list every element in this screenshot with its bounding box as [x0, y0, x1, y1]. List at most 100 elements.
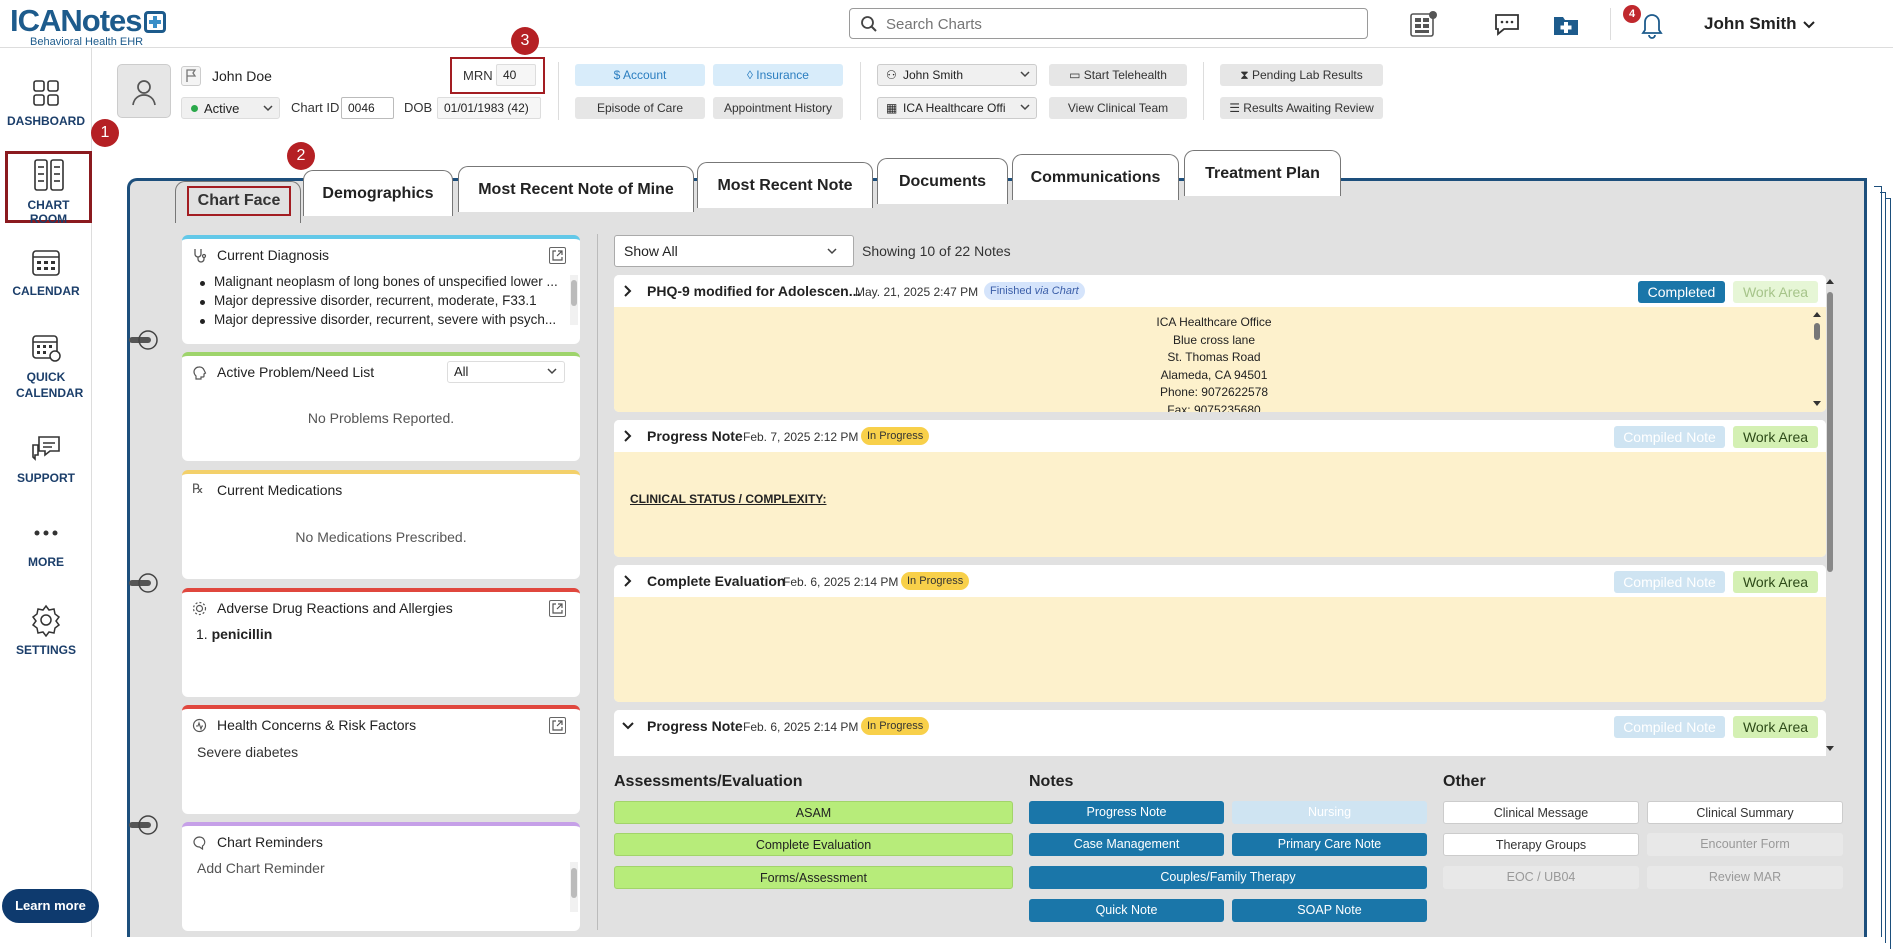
chevron-right-icon[interactable]: [624, 430, 632, 442]
work-area-button[interactable]: Work Area: [1733, 281, 1818, 303]
logo-wordmark: ICANotes: [10, 3, 143, 38]
barcode-charts-icon[interactable]: [1408, 9, 1438, 39]
encounter-form-button[interactable]: Encounter Form: [1647, 833, 1843, 856]
tab-most-recent-note-of-mine[interactable]: Most Recent Note of Mine: [458, 166, 694, 212]
user-menu[interactable]: John Smith: [1704, 14, 1815, 34]
tab-most-recent-note[interactable]: Most Recent Note: [697, 162, 873, 208]
side-nav: DASHBOARD CHART ROOM CALENDAR QUICK CALE…: [0, 48, 92, 937]
compiled-note-button[interactable]: Compiled Note: [1614, 716, 1725, 738]
nav-settings[interactable]: SETTINGS: [0, 603, 92, 657]
flag-icon[interactable]: [181, 66, 201, 86]
account-button[interactable]: $ Account: [575, 64, 705, 86]
nav-support[interactable]: SUPPORT: [0, 433, 92, 485]
note-title: Progress Note: [647, 718, 743, 734]
tab-communications[interactable]: Communications: [1012, 154, 1179, 200]
patient-name: John Doe: [212, 68, 272, 84]
chevron-down-icon: [263, 105, 273, 112]
note-header[interactable]: Progress Note Feb. 7, 2025 2:12 PM In Pr…: [614, 420, 1826, 452]
work-area-button[interactable]: Work Area: [1733, 426, 1818, 448]
list-item[interactable]: Major depressive disorder, recurrent, mo…: [198, 293, 558, 312]
popout-icon[interactable]: [549, 600, 566, 617]
chevron-down-icon: [1020, 71, 1030, 78]
patient-avatar[interactable]: [117, 64, 171, 118]
work-area-button[interactable]: Work Area: [1733, 716, 1818, 738]
clinical-summary-button[interactable]: Clinical Summary: [1647, 801, 1843, 824]
view-clinical-team-button[interactable]: View Clinical Team: [1049, 97, 1187, 119]
review-mar-button[interactable]: Review MAR: [1647, 866, 1843, 889]
notes-filter-select[interactable]: Show All: [614, 235, 854, 267]
problem-filter-select[interactable]: All: [447, 361, 565, 383]
nav-quick-calendar[interactable]: QUICK CALENDAR: [0, 331, 92, 401]
provider-select[interactable]: ⚇ John Smith: [877, 64, 1037, 86]
compiled-note-button[interactable]: Compiled Note: [1614, 571, 1725, 593]
patient-status-select[interactable]: Active: [181, 97, 280, 119]
scrollbar[interactable]: [570, 275, 578, 325]
chart-id-label: Chart ID: [291, 100, 340, 115]
search-input[interactable]: [886, 13, 1356, 35]
nav-dashboard[interactable]: DASHBOARD: [0, 78, 92, 128]
case-management-button[interactable]: Case Management: [1029, 833, 1224, 856]
status-badge: In Progress: [861, 427, 930, 445]
tab-demographics[interactable]: Demographics: [303, 170, 453, 216]
nav-calendar[interactable]: CALENDAR: [0, 246, 92, 298]
therapy-groups-button[interactable]: Therapy Groups: [1443, 833, 1639, 856]
episode-of-care-button[interactable]: Episode of Care: [575, 97, 705, 119]
add-chart-icon[interactable]: [1551, 9, 1581, 39]
eoc-ub04-button[interactable]: EOC / UB04: [1443, 866, 1639, 889]
primary-care-note-button[interactable]: Primary Care Note: [1232, 833, 1427, 856]
tab-chart-face[interactable]: Chart Face: [175, 181, 301, 223]
notification-bell-icon[interactable]: [1637, 9, 1667, 39]
appointment-history-button[interactable]: Appointment History: [713, 97, 843, 119]
asam-button[interactable]: ASAM: [614, 801, 1013, 824]
note-header[interactable]: Progress Note Feb. 6, 2025 2:14 PM In Pr…: [614, 710, 1826, 742]
allergy-item[interactable]: 1. penicillin: [196, 626, 272, 642]
list-item[interactable]: Major depressive disorder, recurrent, se…: [198, 312, 558, 331]
medications-card: ℞ Current Medications No Medications Pre…: [182, 470, 580, 579]
tab-documents[interactable]: Documents: [877, 158, 1008, 204]
popout-icon[interactable]: [549, 717, 566, 734]
gear-icon: [31, 604, 61, 637]
chart-reminders-card: Chart Reminders Add Chart Reminder: [182, 822, 580, 931]
popout-icon[interactable]: [549, 247, 566, 264]
notes-scrollbar[interactable]: [1826, 275, 1834, 756]
binder-page-edge: [1885, 198, 1891, 949]
results-awaiting-review-button[interactable]: ☰ Results Awaiting Review: [1220, 97, 1383, 119]
clinical-message-button[interactable]: Clinical Message: [1443, 801, 1639, 824]
pending-lab-results-button[interactable]: ⧗ Pending Lab Results: [1220, 64, 1383, 86]
insurance-button[interactable]: ◊ Insurance: [713, 64, 843, 86]
note-date: Feb. 7, 2025 2:12 PM: [743, 430, 859, 444]
compiled-note-button[interactable]: Compiled Note: [1614, 426, 1725, 448]
progress-note-button[interactable]: Progress Note: [1029, 801, 1224, 824]
search-box[interactable]: [849, 8, 1368, 39]
soap-note-button[interactable]: SOAP Note: [1232, 899, 1427, 922]
app-logo[interactable]: ICANotes Behavioral Health EHR: [10, 3, 170, 48]
completed-button[interactable]: Completed: [1638, 281, 1725, 303]
chevron-down-icon: [827, 248, 837, 255]
note-header[interactable]: Complete Evaluation Feb. 6, 2025 2:14 PM…: [614, 565, 1826, 597]
scrollbar[interactable]: [1813, 309, 1821, 409]
nav-chart-room[interactable]: CHART ROOM: [5, 151, 92, 226]
chevron-right-icon[interactable]: [624, 575, 632, 587]
work-area-button[interactable]: Work Area: [1733, 571, 1818, 593]
current-diagnosis-card: Current Diagnosis Malignant neoplasm of …: [182, 235, 580, 344]
tab-treatment-plan[interactable]: Treatment Plan: [1184, 150, 1341, 196]
complete-evaluation-button[interactable]: Complete Evaluation: [614, 833, 1013, 856]
note-item: Progress Note Feb. 7, 2025 2:12 PM In Pr…: [614, 420, 1826, 557]
chevron-down-icon[interactable]: [622, 722, 634, 730]
start-telehealth-button[interactable]: ▭ Start Telehealth: [1049, 64, 1187, 86]
couples-family-therapy-button[interactable]: Couples/Family Therapy: [1029, 866, 1427, 889]
note-header[interactable]: PHQ-9 modified for Adolescen... May. 21,…: [614, 275, 1826, 307]
chat-icon[interactable]: [1492, 9, 1522, 39]
forms-assessment-button[interactable]: Forms/Assessment: [614, 866, 1013, 889]
add-reminder-input[interactable]: Add Chart Reminder: [197, 860, 325, 876]
learn-more-button[interactable]: Learn more: [2, 889, 99, 923]
quick-note-button[interactable]: Quick Note: [1029, 899, 1224, 922]
nav-more[interactable]: MORE: [0, 523, 92, 569]
office-select[interactable]: ▦ ICA Healthcare Offi: [877, 97, 1037, 119]
callout-marker-2: 2: [287, 142, 315, 170]
scrollbar[interactable]: [570, 862, 578, 912]
nursing-button[interactable]: Nursing: [1232, 801, 1427, 824]
chat-bubble-icon: [192, 835, 207, 850]
list-item[interactable]: Malignant neoplasm of long bones of unsp…: [198, 274, 558, 293]
chevron-right-icon[interactable]: [624, 285, 632, 297]
